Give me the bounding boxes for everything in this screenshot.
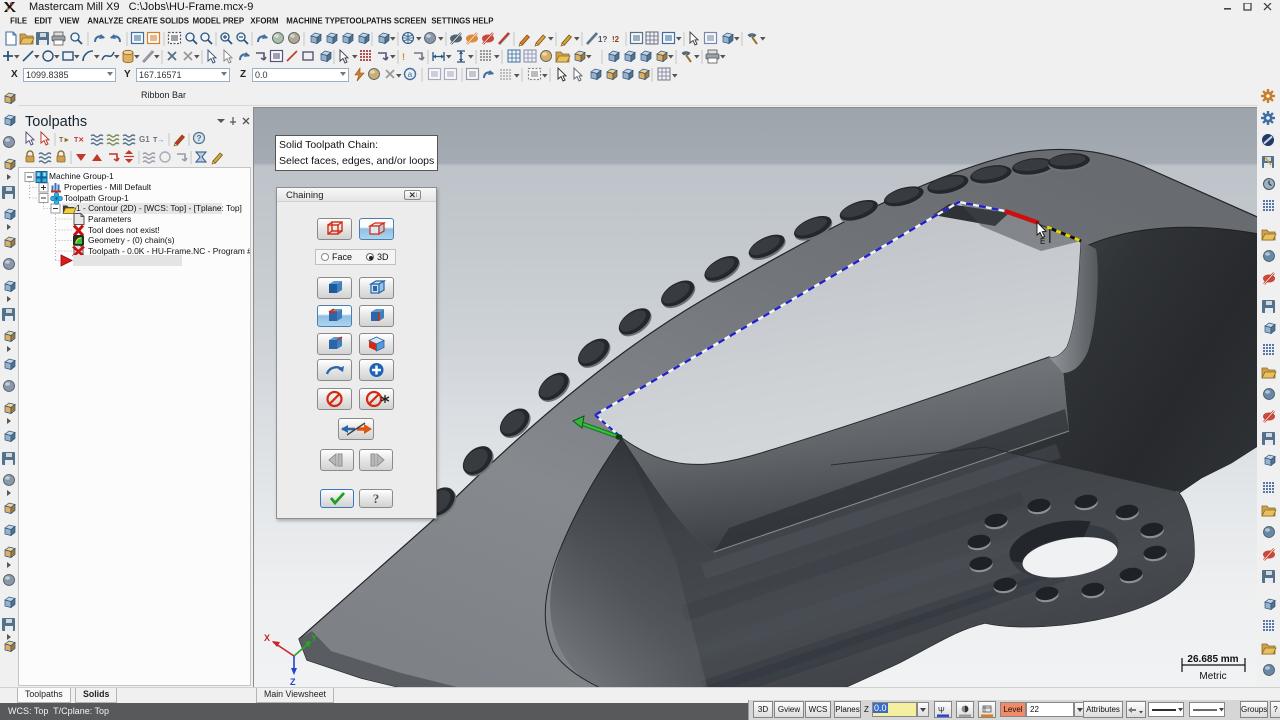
svg-text:Z: Z bbox=[290, 677, 296, 687]
svg-text:T→: T→ bbox=[153, 137, 164, 144]
svg-text:T►: T► bbox=[59, 137, 70, 144]
svg-text:!2: !2 bbox=[612, 35, 620, 44]
svg-text:26.685 mm: 26.685 mm bbox=[1187, 654, 1238, 665]
svg-text:?: ? bbox=[196, 133, 201, 143]
svg-text:E: E bbox=[1040, 237, 1045, 246]
svg-text:?: ? bbox=[373, 491, 380, 506]
svg-text:G1: G1 bbox=[139, 135, 150, 144]
svg-text:Y: Y bbox=[311, 633, 317, 643]
svg-text:Metric: Metric bbox=[1199, 671, 1226, 682]
svg-text:Ψ: Ψ bbox=[938, 706, 945, 715]
svg-text:T✕: T✕ bbox=[74, 137, 84, 144]
svg-text:a: a bbox=[408, 70, 413, 79]
svg-text:1?: 1? bbox=[598, 35, 607, 44]
svg-text:X: X bbox=[264, 633, 270, 643]
svg-text:!: ! bbox=[402, 52, 405, 62]
